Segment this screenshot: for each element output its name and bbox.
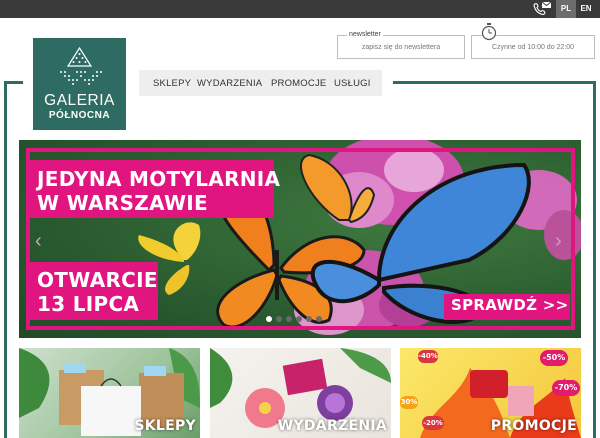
discount-badge: 30% xyxy=(400,396,418,409)
slider-dot[interactable] xyxy=(276,316,282,322)
tile-sklepy[interactable]: SKLEPY xyxy=(19,348,200,438)
top-bar: PL EN xyxy=(0,0,600,18)
nav-item-promocje[interactable]: PROMOCJE xyxy=(271,78,326,89)
hero-headline-line-1: JEDYNA MOTYLARNIA xyxy=(37,167,281,191)
nav-item-sklepy[interactable]: SKLEPY xyxy=(153,78,191,89)
discount-badge: -50% xyxy=(540,350,568,366)
hero-date-line-2: 13 LIPCA xyxy=(37,292,140,316)
slider-dot[interactable] xyxy=(296,316,302,322)
language-en-button[interactable]: EN xyxy=(576,0,596,18)
tile-label-sklepy: SKLEPY xyxy=(134,418,196,434)
slider-dot[interactable] xyxy=(266,316,272,322)
nav-item-uslugi[interactable]: USŁUGI xyxy=(334,78,371,89)
discount-badge: -20% xyxy=(422,416,444,430)
logo-line-1: GALERIA xyxy=(44,92,115,109)
frame-divider xyxy=(4,81,7,438)
phone-mail-icon[interactable] xyxy=(531,0,553,18)
newsletter-label: newsletter xyxy=(347,31,383,38)
language-pl-button[interactable]: PL xyxy=(556,0,576,18)
opening-hours-text: Czynne od 10:00 do 22:00 xyxy=(491,44,575,51)
clock-icon xyxy=(481,23,497,41)
tile-promocje[interactable]: -50% -40% -70% 30% -20% PROMOCJE xyxy=(400,348,581,438)
frame-divider xyxy=(393,81,596,84)
logo-line-2: PÓŁNOCNA xyxy=(48,110,111,121)
hero-date-line-1: OTWARCIE xyxy=(37,268,158,292)
discount-badge: -70% xyxy=(552,380,580,396)
hero-headline-line-2: W WARSZAWIE xyxy=(37,191,209,215)
nav-item-wydarzenia[interactable]: WYDARZENIA xyxy=(197,78,262,89)
discount-badge: -40% xyxy=(418,350,438,363)
slider-dot[interactable] xyxy=(316,316,322,322)
chevron-right-icon[interactable]: › xyxy=(555,230,562,253)
logo-emblem-icon xyxy=(60,46,102,85)
tile-label-promocje: PROMOCJE xyxy=(490,418,577,434)
tile-label-wydarzenia: WYDARZENIA xyxy=(277,418,387,434)
tile-wydarzenia[interactable]: WYDARZENIA xyxy=(210,348,391,438)
hero-cta-label[interactable]: SPRAWDŹ >> xyxy=(451,296,569,314)
slider-dot[interactable] xyxy=(286,316,292,322)
slider-dot[interactable] xyxy=(306,316,312,322)
newsletter-placeholder: zapisz się do newslettera xyxy=(361,44,441,51)
galeria-polnocna-logo[interactable]: GALERIA PÓŁNOCNA xyxy=(33,38,126,130)
frame-divider xyxy=(593,81,596,438)
chevron-left-icon[interactable]: ‹ xyxy=(35,230,42,253)
